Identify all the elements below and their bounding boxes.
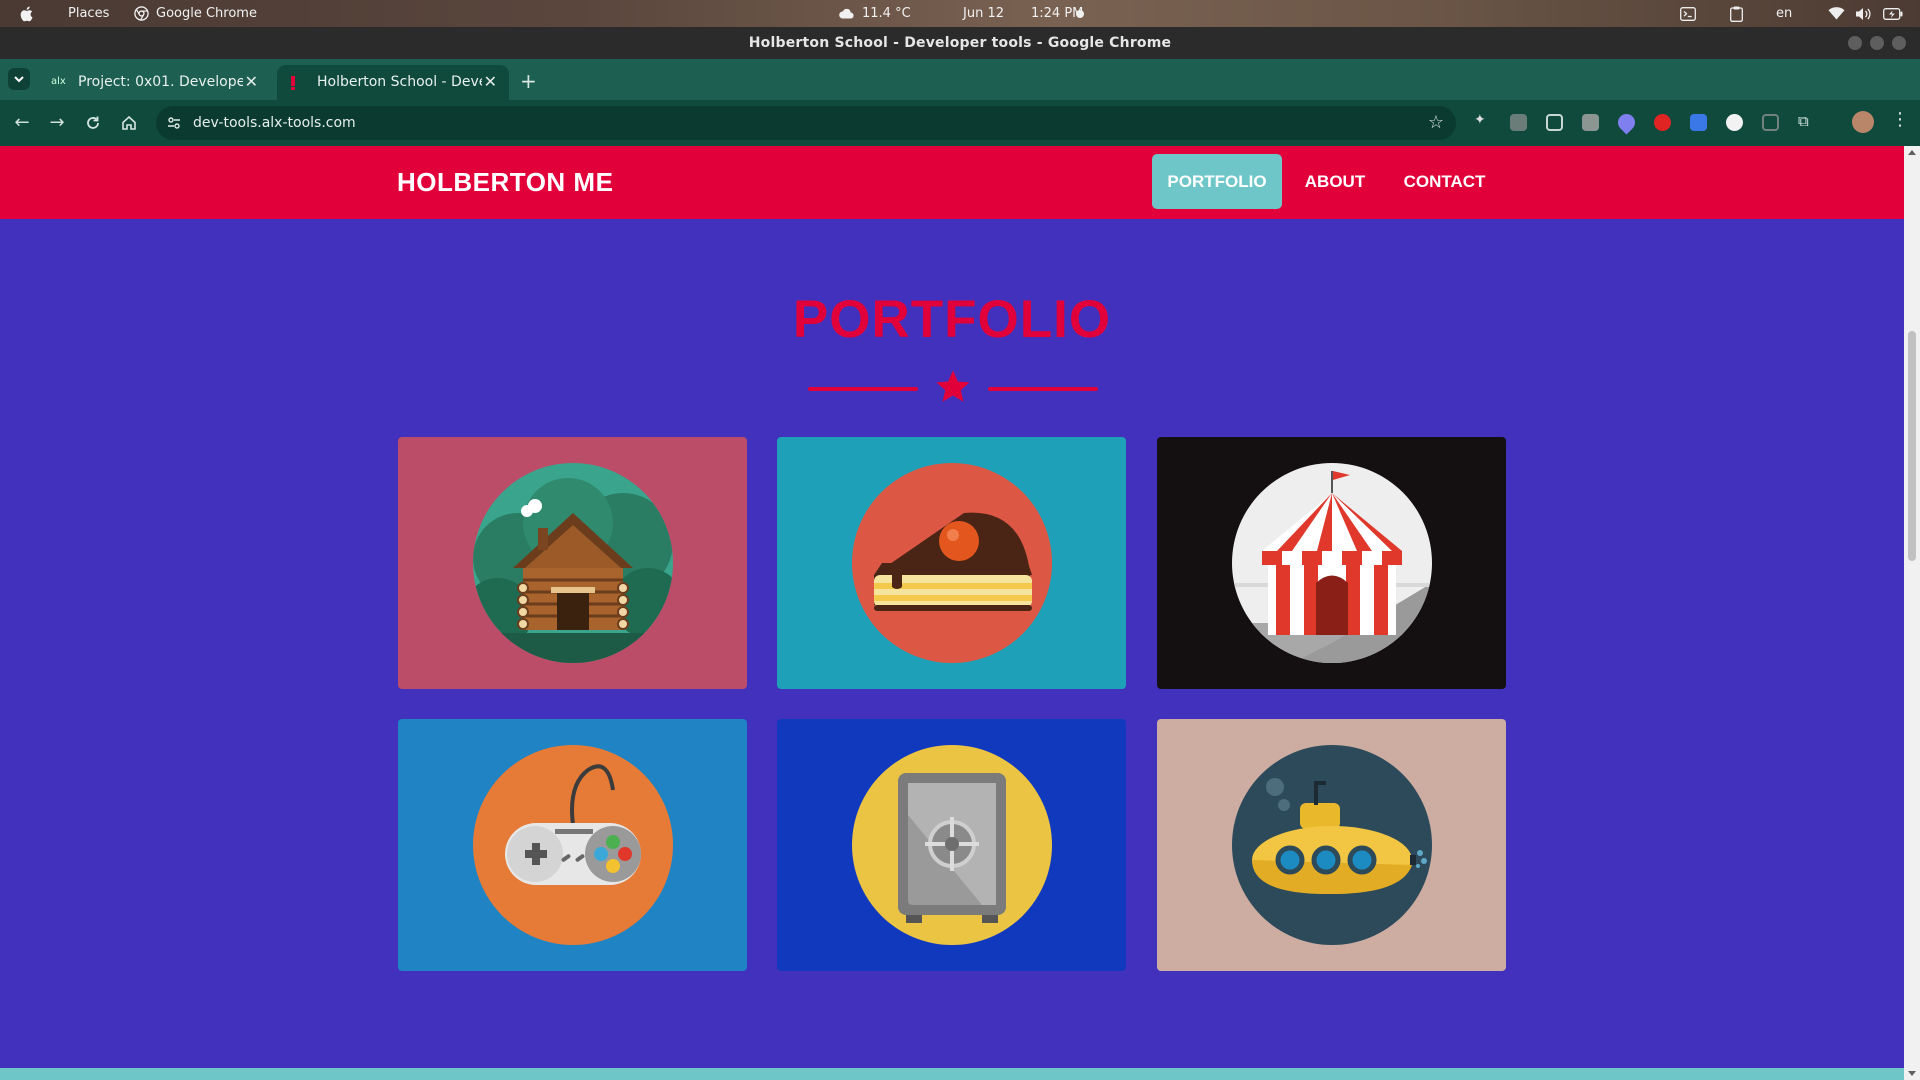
page-scrollbar[interactable] <box>1904 146 1920 1080</box>
tab-label: Holberton School - Deve <box>317 74 482 90</box>
portfolio-item-cake[interactable] <box>777 437 1126 689</box>
portfolio-heading: PORTFOLIO <box>792 290 1112 349</box>
bookmark-star-icon[interactable]: ☆ <box>1428 112 1444 133</box>
portfolio-item-controller[interactable] <box>398 719 747 971</box>
tab-favicon: alx <box>51 76 66 87</box>
chrome-menu-icon[interactable]: ⋮ <box>1891 109 1909 130</box>
portfolio-item-cabin[interactable] <box>398 437 747 689</box>
profile-avatar[interactable] <box>1852 111 1874 133</box>
game-controller-icon <box>473 745 673 945</box>
home-icon <box>122 115 136 130</box>
browser-toolbar: ← → dev-tools.alx-tools.com ☆ ✦ ⧉ ⋮ <box>0 100 1920 146</box>
site-brand[interactable]: HOLBERTON ME <box>397 146 613 219</box>
circus-tent-icon <box>1232 463 1432 663</box>
site-info-icon[interactable] <box>166 115 182 135</box>
close-icon[interactable]: ✕ <box>484 72 497 91</box>
safe-icon <box>852 745 1052 945</box>
maximize-button[interactable] <box>1870 36 1884 50</box>
divider-line-left <box>808 387 918 391</box>
cake-icon <box>852 463 1052 663</box>
close-window-button[interactable] <box>1892 36 1906 50</box>
language-indicator[interactable]: en <box>1776 0 1792 27</box>
heading-divider <box>808 368 1098 408</box>
tab-label: Project: 0x01. Developer <box>78 74 243 90</box>
web-page: HOLBERTON ME PORTFOLIO ABOUT CONTACT POR… <box>0 146 1904 1080</box>
scroll-down-arrow[interactable] <box>1908 1071 1916 1076</box>
window-title: Holberton School - Developer tools - Goo… <box>748 35 1172 51</box>
scrollbar-thumb[interactable] <box>1908 331 1916 561</box>
nav-contact-link[interactable]: CONTACT <box>1392 154 1497 209</box>
new-tab-button[interactable]: + <box>520 69 537 93</box>
wifi-icon[interactable] <box>1828 0 1845 27</box>
address-bar[interactable]: dev-tools.alx-tools.com ☆ <box>156 106 1456 140</box>
site-navbar: HOLBERTON ME PORTFOLIO ABOUT CONTACT <box>0 146 1904 219</box>
divider-line-right <box>988 387 1098 391</box>
extension-drop-icon[interactable] <box>1614 110 1639 135</box>
active-app-menu[interactable]: Google Chrome <box>134 0 257 27</box>
tab-search-button[interactable] <box>8 68 30 90</box>
nav-about-link[interactable]: ABOUT <box>1295 154 1375 209</box>
temperature: 11.4 °C <box>862 6 911 21</box>
home-button[interactable] <box>118 112 140 134</box>
battery-icon[interactable] <box>1883 0 1903 27</box>
scroll-up-arrow[interactable] <box>1908 150 1916 155</box>
translate-extension-icon[interactable] <box>1690 114 1707 131</box>
extension-circle-icon[interactable] <box>1726 114 1743 131</box>
tab-favicon <box>290 76 296 93</box>
close-icon[interactable]: ✕ <box>245 72 258 91</box>
chevron-down-icon <box>14 76 24 83</box>
os-top-bar: Places Google Chrome 11.4 °C Jun 12 1:24… <box>0 0 1920 27</box>
chrome-icon <box>134 6 149 21</box>
extension-bird-icon[interactable]: ✦ <box>1474 112 1491 129</box>
active-app-label: Google Chrome <box>156 6 257 21</box>
terminal-icon[interactable] <box>1680 0 1696 27</box>
portfolio-item-safe[interactable] <box>777 719 1126 971</box>
tab-strip: alx Project: 0x01. Developer ✕ Holberton… <box>0 59 1920 100</box>
volume-icon[interactable] <box>1855 0 1872 27</box>
places-menu[interactable]: Places <box>68 0 109 27</box>
submarine-icon <box>1232 745 1432 945</box>
extension-square-icon[interactable] <box>1582 114 1599 131</box>
extension-crop-icon[interactable] <box>1546 114 1563 131</box>
clipboard-icon[interactable] <box>1730 0 1743 27</box>
extension-cup-icon[interactable] <box>1510 114 1527 131</box>
cloud-icon <box>839 8 854 19</box>
extension-box-icon[interactable] <box>1762 114 1779 131</box>
back-button[interactable]: ← <box>11 112 33 134</box>
forward-button[interactable]: → <box>46 112 68 134</box>
window-titlebar: Holberton School - Developer tools - Goo… <box>0 27 1920 59</box>
nav-portfolio-link[interactable]: PORTFOLIO <box>1152 154 1282 209</box>
extension-red-icon[interactable] <box>1654 114 1671 131</box>
apple-icon[interactable] <box>20 0 36 27</box>
notification-dot <box>1076 10 1084 18</box>
tab-project[interactable]: alx Project: 0x01. Developer ✕ <box>38 65 270 100</box>
reload-button[interactable] <box>82 112 104 134</box>
cabin-icon <box>473 463 673 663</box>
url-text: dev-tools.alx-tools.com <box>193 115 356 131</box>
reload-icon <box>87 116 99 129</box>
star-icon <box>936 370 970 402</box>
extensions-puzzle-icon[interactable]: ⧉ <box>1798 112 1815 130</box>
portfolio-item-circus[interactable] <box>1157 437 1506 689</box>
weather-indicator[interactable]: 11.4 °C <box>838 0 911 27</box>
portfolio-item-submarine[interactable] <box>1157 719 1506 971</box>
next-section-edge <box>0 1068 1904 1080</box>
clock-date[interactable]: Jun 12 <box>963 0 1004 27</box>
minimize-button[interactable] <box>1848 36 1862 50</box>
tab-holberton[interactable]: Holberton School - Deve ✕ <box>277 65 509 100</box>
